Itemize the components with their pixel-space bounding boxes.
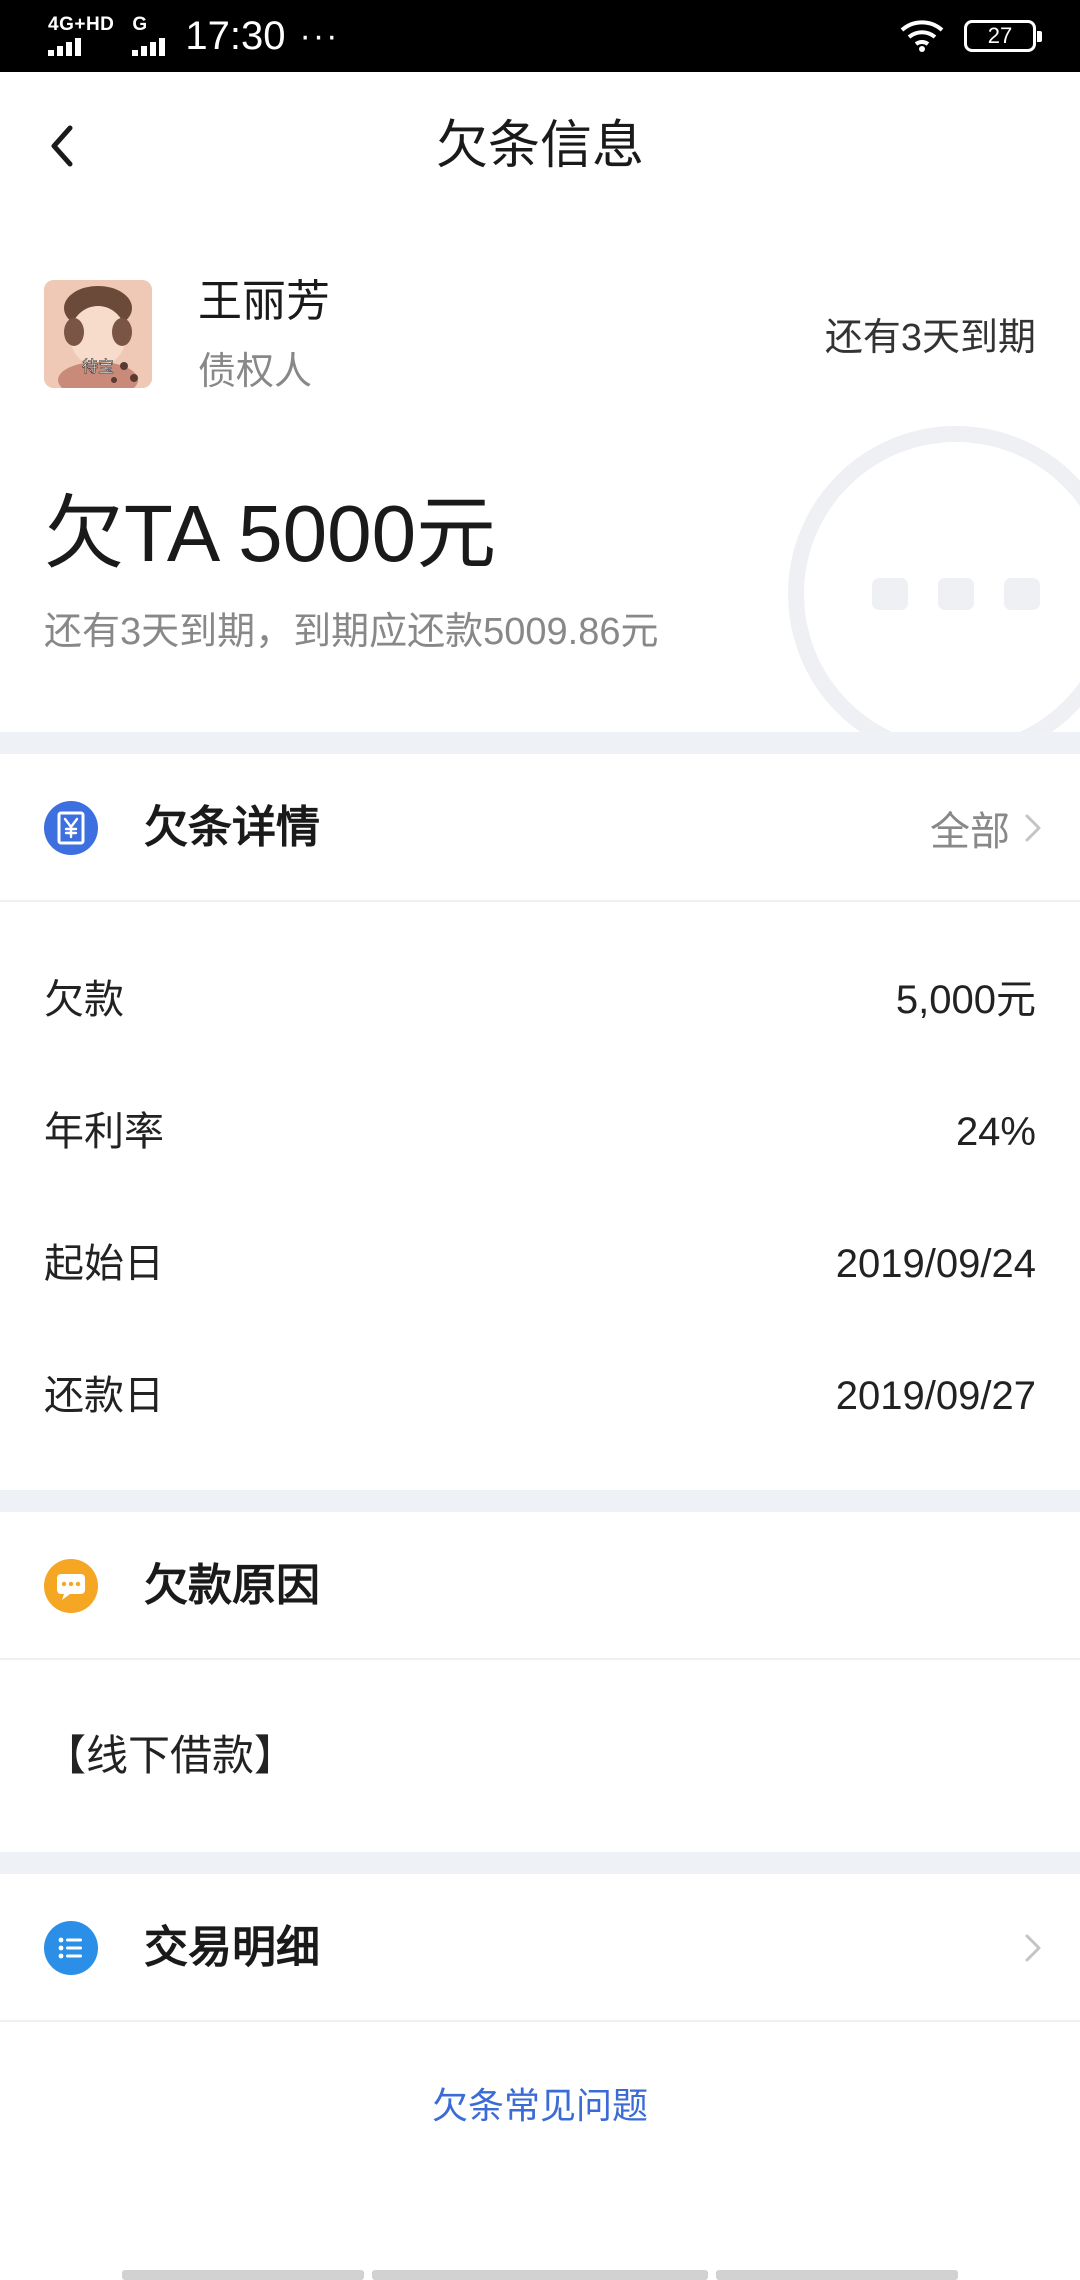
detail-label: 起始日 [44, 1242, 164, 1286]
detail-value: 24% [955, 1110, 1036, 1154]
reason-section-header: 欠款原因 [0, 1512, 1080, 1660]
section-divider [0, 732, 1080, 754]
status-more-indicator: ··· [299, 17, 340, 55]
wifi-icon [900, 20, 944, 52]
nav-handle-right [716, 2270, 958, 2280]
transactions-row[interactable]: 交易明细 [0, 1874, 1080, 2022]
message-glyph [57, 1574, 85, 1600]
yuan-receipt-glyph [57, 811, 85, 845]
avatar-caption: 待宝 [82, 357, 114, 376]
message-icon [44, 1559, 98, 1613]
avatar[interactable]: 待宝 [44, 280, 152, 388]
detail-row-debt: 欠款 5,000元 [0, 934, 1080, 1066]
status-time: 17:30 [185, 14, 286, 58]
section-divider [0, 1852, 1080, 1874]
creditor-role: 债权人 [198, 351, 313, 393]
page-title: 欠条信息 [435, 117, 644, 175]
nav-handle-left [122, 2270, 364, 2280]
view-all-label: 全部 [930, 810, 1010, 854]
detail-row-start-date: 起始日 2019/09/24 [0, 1198, 1080, 1330]
list-glyph [58, 1937, 82, 1959]
chevron-right-icon [1025, 814, 1041, 842]
cellular-signal-2-icon: G [132, 14, 166, 56]
transactions-chevron [1024, 1918, 1042, 1978]
details-section-title: 欠条详情 [144, 803, 320, 852]
yuan-receipt-icon [44, 801, 98, 855]
due-countdown: 还有3天到期 [824, 317, 1036, 359]
faq-link[interactable]: 欠条常见问题 [0, 2078, 1080, 2134]
repayment-summary: 还有3天到期，到期应还款5009.86元 [44, 611, 659, 653]
chat-bubble-watermark-icon [788, 426, 1080, 732]
detail-row-rate: 年利率 24% [0, 1066, 1080, 1198]
network-type-2-label: G [132, 14, 148, 35]
status-left: 4G+HD G 17:30 ··· [48, 10, 339, 62]
detail-label: 还款日 [44, 1374, 164, 1418]
nav-handle-center [372, 2270, 708, 2280]
transactions-title: 交易明细 [144, 1923, 320, 1972]
signal-bars-2 [132, 36, 166, 56]
list-icon [44, 1921, 98, 1975]
title-bar: 欠条信息 [0, 72, 1080, 222]
detail-value: 2019/09/24 [835, 1242, 1036, 1286]
detail-value: 5,000元 [895, 978, 1036, 1022]
detail-row-due-date: 还款日 2019/09/27 [0, 1330, 1080, 1462]
owed-amount: 欠TA 5000元 [44, 489, 497, 578]
signal-bars [48, 36, 114, 56]
view-all-link[interactable]: 全部 [930, 798, 1042, 858]
loan-summary-card: 待宝 王丽芳 债权人 还有3天到期 欠TA 5000元 还有3天到期，到期应还款… [0, 222, 1080, 732]
battery-icon: 27 [964, 20, 1042, 52]
detail-label: 欠款 [44, 978, 124, 1022]
status-bar: 4G+HD G 17:30 ··· 27 [0, 0, 1080, 72]
details-section-header[interactable]: 欠条详情 全部 [0, 754, 1080, 902]
section-divider [0, 1490, 1080, 1512]
reason-section-title: 欠款原因 [144, 1561, 320, 1610]
loan-reason: 【线下借款】 [44, 1732, 297, 1779]
detail-label: 年利率 [44, 1110, 164, 1154]
creditor-name: 王丽芳 [198, 277, 330, 326]
chevron-right-icon [1025, 1934, 1041, 1962]
detail-value: 2019/09/27 [835, 1374, 1036, 1418]
network-type-label: 4G+HD [48, 14, 115, 35]
status-right: 27 [900, 14, 1042, 58]
avatar-image: 待宝 [44, 280, 152, 388]
battery-level: 27 [987, 23, 1013, 48]
cellular-signal-icon: 4G+HD [48, 14, 115, 56]
